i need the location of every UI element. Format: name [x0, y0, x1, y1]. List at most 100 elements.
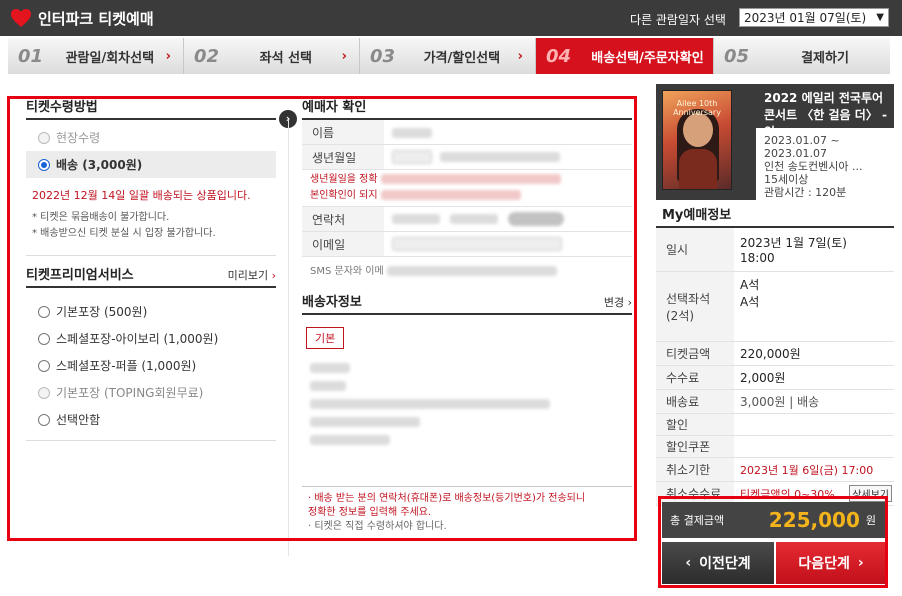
buyer-name-value [392, 127, 432, 138]
buyer-confirm-title: 예매자 확인 [302, 96, 632, 120]
radio-onsite[interactable] [38, 131, 50, 144]
step-3[interactable]: 03 가격/할인선택 › [360, 38, 536, 74]
shipping-note-2: 정확한 정보를 입력해 주세요. [308, 507, 432, 518]
preview-link[interactable]: 미리보기 › [228, 264, 276, 288]
my-booking-info-title: My예매정보 [662, 208, 732, 223]
radio-toping[interactable] [38, 386, 50, 399]
email-label: 이메일 [302, 232, 384, 256]
email-input[interactable] [392, 237, 562, 252]
prev-step-label: 이전단계 [699, 556, 751, 572]
contact-input-1[interactable] [392, 214, 440, 224]
step-label: 가격/할인선택 [423, 50, 501, 66]
chevron-right-icon: › [857, 555, 864, 571]
ticket-booking-page: 인터파크 티켓예매 다른 관람일자 선택 2023년 01월 07일(토) ▼ … [0, 0, 902, 596]
logo-text: 인터파크 티켓예매 [38, 9, 154, 28]
step-1[interactable]: 01 관람일/회차선택 › [8, 38, 184, 74]
performance-runtime: 관람시간 : 120분 [764, 186, 847, 199]
performance-date-from: 2023.01.07 ~ [764, 134, 840, 147]
shipping-note-3: · 티켓은 직접 수령하셔야 합니다. [308, 521, 447, 532]
receipt-method-title: 티켓수령방법 [26, 96, 276, 120]
info-key: 할인 [656, 414, 734, 435]
premium-option-label: 선택안함 [56, 413, 101, 427]
date-select[interactable]: 2023년 01월 07일(토) ▼ [739, 8, 889, 27]
step-label: 배송선택/주문자확인 [591, 50, 704, 66]
step-5[interactable]: 05 결제하기 [714, 38, 890, 74]
shipping-address [302, 349, 632, 445]
left-panel: 티켓수령방법 현장수령 배송 (3,000원) 2022년 12월 14일 일괄… [26, 96, 276, 441]
premium-option-purple[interactable]: 스페셜포장-퍼플 (1,000원) [26, 352, 276, 379]
step-nav: 01 관람일/회차선택 › 02 좌석 선택 › 03 가격/할인선택 › 04… [8, 38, 890, 74]
radio-ivory[interactable] [38, 332, 50, 345]
chevron-right-icon: › [517, 48, 523, 64]
radio-purple[interactable] [38, 359, 50, 372]
blurred-text [386, 266, 557, 276]
header-bar: 인터파크 티켓예매 다른 관람일자 선택 2023년 01월 07일(토) ▼ [0, 0, 902, 36]
info-key: 할인쿠폰 [656, 436, 734, 457]
seat-key-2: (2석) [666, 308, 695, 323]
blurred-text [310, 399, 550, 409]
step-4-active[interactable]: 04 배송선택/주문자확인 [536, 38, 714, 74]
blurred-text [380, 190, 521, 200]
radio-delivery[interactable] [38, 158, 50, 171]
contact-label: 연락처 [302, 207, 384, 231]
performance-age: 15세이상 [764, 173, 809, 186]
step-2[interactable]: 02 좌석 선택 › [184, 38, 360, 74]
premium-option-none[interactable]: 선택안함 [26, 406, 276, 433]
premium-option-basic[interactable]: 기본포장 (500원) [26, 298, 276, 325]
contact-input-3[interactable] [508, 212, 564, 226]
receipt-option-label: 배송 (3,000원) [56, 158, 143, 172]
buyer-name-label: 이름 [302, 120, 384, 144]
receipt-option-delivery[interactable]: 배송 (3,000원) [26, 151, 276, 178]
premium-option-toping[interactable]: 기본포장 (TOPING회원무료) [26, 379, 276, 406]
total-unit: 원 [865, 514, 876, 527]
step-label: 좌석 선택 [259, 50, 312, 66]
step-label: 관람일/회차선택 [65, 50, 155, 66]
seat-key-1: 선택좌석 [666, 291, 711, 306]
heart-logo-icon [11, 9, 31, 27]
prev-step-button[interactable]: ‹ 이전단계 [662, 542, 774, 584]
chevron-right-icon: › [627, 296, 632, 309]
performance-card: Ailee 10th Anniversary 2022 에일리 전국투어 콘서트… [656, 84, 894, 200]
info-key: 취소기한 [656, 458, 734, 481]
info-time-value: 18:00 [740, 251, 775, 265]
chevron-down-icon: ▼ [876, 12, 884, 23]
shipping-note-1: · 배송 받는 분의 연락처(휴대폰)로 배송정보(등기번호)가 전송되니 [308, 493, 586, 504]
chevron-left-icon: ‹ [685, 555, 692, 571]
shipping-info-label: 배송자정보 [302, 295, 362, 310]
logo[interactable]: 인터파크 티켓예매 [10, 6, 154, 30]
premium-option-label: 기본포장 (TOPING회원무료) [56, 386, 204, 400]
premium-option-ivory[interactable]: 스페셜포장-아이보리 (1,000원) [26, 325, 276, 352]
next-step-label: 다음단계 [798, 556, 850, 572]
step-label: 결제하기 [801, 50, 849, 66]
middle-panel: 예매자 확인 이름 생년월일 생년월일을 정확 본인확인이 되지 연락처 이메일… [302, 96, 632, 453]
radio-none[interactable] [38, 413, 50, 426]
birth-warning-line1: 생년월일을 정확 [310, 174, 378, 185]
email-row: 이메일 [302, 232, 632, 257]
premium-service-label: 티켓프리미엄서비스 [26, 268, 134, 283]
buyer-name-row: 이름 [302, 120, 632, 145]
sms-note: SMS 문자와 이메 [302, 257, 632, 281]
info-row-fee: 수수료 2,000원 [656, 366, 894, 390]
info-row-discount: 할인 [656, 414, 894, 436]
total-label: 총 결제금액 [670, 514, 725, 527]
step-number: 02 [194, 45, 220, 67]
contact-row: 연락처 [302, 207, 632, 232]
next-step-button[interactable]: 다음단계 › [776, 542, 886, 584]
chevron-right-icon: › [341, 48, 347, 64]
birth-warning: 생년월일을 정확 본인확인이 되지 [302, 170, 632, 207]
shipping-notes: · 배송 받는 분의 연락처(휴대폰)로 배송정보(등기번호)가 전송되니 정확… [302, 486, 632, 534]
contact-input-2[interactable] [450, 214, 498, 224]
edit-label: 변경 [603, 296, 625, 309]
default-address-badge: 기본 [306, 327, 345, 349]
edit-shipping-link[interactable]: 변경 › [604, 291, 632, 315]
shipping-info-title: 배송자정보 변경 › [302, 291, 632, 315]
poster-face [683, 113, 713, 147]
detail-button[interactable]: 상세보기 [849, 485, 892, 502]
other-date-label: 다른 관람일자 선택 [630, 13, 726, 27]
radio-basic[interactable] [38, 305, 50, 318]
birth-input[interactable] [392, 150, 432, 164]
info-row-coupon: 할인쿠폰 [656, 436, 894, 458]
preview-link-label: 미리보기 [227, 269, 269, 282]
date-select-value: 2023년 01월 07일(토) [744, 11, 867, 25]
receipt-option-onsite[interactable]: 현장수령 [26, 124, 276, 151]
